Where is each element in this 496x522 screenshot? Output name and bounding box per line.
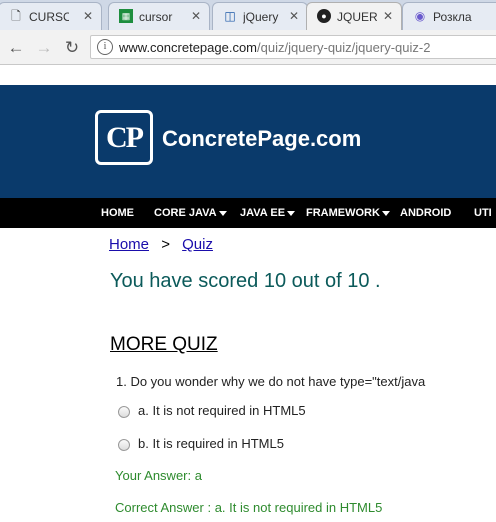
dropdown-caret-icon <box>287 210 296 216</box>
menu-label: ANDROID <box>400 207 452 219</box>
your-answer: Your Answer: a <box>115 468 202 483</box>
browser-tab[interactable]: ◫ jQuery ✕ <box>212 2 308 30</box>
tab-title: Розкла <box>433 10 472 24</box>
more-quiz-heading: MORE QUIZ <box>110 334 218 355</box>
radio-button[interactable] <box>118 405 130 418</box>
document-icon: 🗋 <box>11 9 21 23</box>
browser-tab[interactable]: ▦ cursor ✕ <box>108 2 210 30</box>
url-domain: www.concretepage.com <box>119 40 258 55</box>
site-header: CP ConcretePage.com <box>0 85 496 198</box>
menu-core-java[interactable]: CORE JAVA <box>154 207 227 219</box>
site-name[interactable]: ConcretePage.com <box>162 126 361 152</box>
browser-tab[interactable]: ● JQUER ✕ <box>306 2 402 30</box>
tab-title: JQUER <box>337 10 377 24</box>
menu-utilities[interactable]: UTI <box>474 207 492 219</box>
breadcrumb-home-link[interactable]: Home <box>109 236 149 253</box>
question-text: 1. Do you wonder why we do not have type… <box>116 374 426 389</box>
correct-answer: Correct Answer : a. It is not required i… <box>115 500 383 515</box>
breadcrumb-quiz-link[interactable]: Quiz <box>182 236 213 253</box>
breadcrumb: Home > Quiz <box>109 236 213 253</box>
browser-tab[interactable]: ◉ Розкла <box>402 2 496 30</box>
url-path: /quiz/jquery-quiz/jquery-quiz-2 <box>257 40 431 55</box>
tab-title: jQuery <box>243 10 279 24</box>
breadcrumb-separator: > <box>161 236 170 253</box>
forward-arrow-icon[interactable]: → <box>34 38 54 58</box>
site-logo-mark[interactable]: CP <box>95 110 153 165</box>
menu-label: JAVA EE <box>240 207 286 219</box>
menu-label: UTI <box>474 207 492 219</box>
globe-icon: ◉ <box>414 9 426 23</box>
menu-java-ee[interactable]: JAVA EE <box>240 207 296 219</box>
browser-tab-strip: 🗋 CURSO ✕ ▦ cursor ✕ ◫ jQuery ✕ ● JQUER … <box>0 0 496 30</box>
score-message: You have scored 10 out of 10 . <box>110 270 381 292</box>
github-icon: ● <box>317 9 331 23</box>
jquery-icon: ◫ <box>224 9 236 23</box>
close-icon[interactable]: ✕ <box>383 9 393 23</box>
option-a[interactable]: a. It is not required in HTML5 <box>118 403 306 418</box>
address-bar: ← → ↻ i www.concretepage.com/quiz/jquery… <box>0 30 496 65</box>
radio-button[interactable] <box>118 438 130 451</box>
dropdown-caret-icon <box>381 210 390 216</box>
option-label: b. It is required in HTML5 <box>138 436 284 451</box>
menu-framework[interactable]: FRAMEWORK <box>306 207 390 219</box>
back-arrow-icon[interactable]: ← <box>6 38 26 58</box>
reload-icon[interactable]: ↻ <box>62 38 82 58</box>
sheets-icon: ▦ <box>119 9 133 23</box>
option-b[interactable]: b. It is required in HTML5 <box>118 436 284 451</box>
main-menu: HOME CORE JAVA JAVA EE FRAMEWORK ANDROID… <box>0 198 496 228</box>
tab-title: CURSO <box>29 10 69 24</box>
close-icon[interactable]: ✕ <box>191 9 201 23</box>
menu-label: CORE JAVA <box>154 207 217 219</box>
browser-tab[interactable]: 🗋 CURSO ✕ <box>0 2 102 30</box>
menu-home[interactable]: HOME <box>101 207 134 219</box>
menu-label: HOME <box>101 207 134 219</box>
menu-android[interactable]: ANDROID <box>400 207 451 219</box>
close-icon[interactable]: ✕ <box>289 9 299 23</box>
dropdown-caret-icon <box>218 210 227 216</box>
info-icon[interactable]: i <box>97 39 113 55</box>
close-icon[interactable]: ✕ <box>83 9 93 23</box>
menu-label: FRAMEWORK <box>306 207 380 219</box>
url-input[interactable]: i www.concretepage.com/quiz/jquery-quiz/… <box>90 35 496 59</box>
option-label: a. It is not required in HTML5 <box>138 403 306 418</box>
tab-title: cursor <box>139 10 173 24</box>
url-text: www.concretepage.com/quiz/jquery-quiz/jq… <box>119 40 430 55</box>
